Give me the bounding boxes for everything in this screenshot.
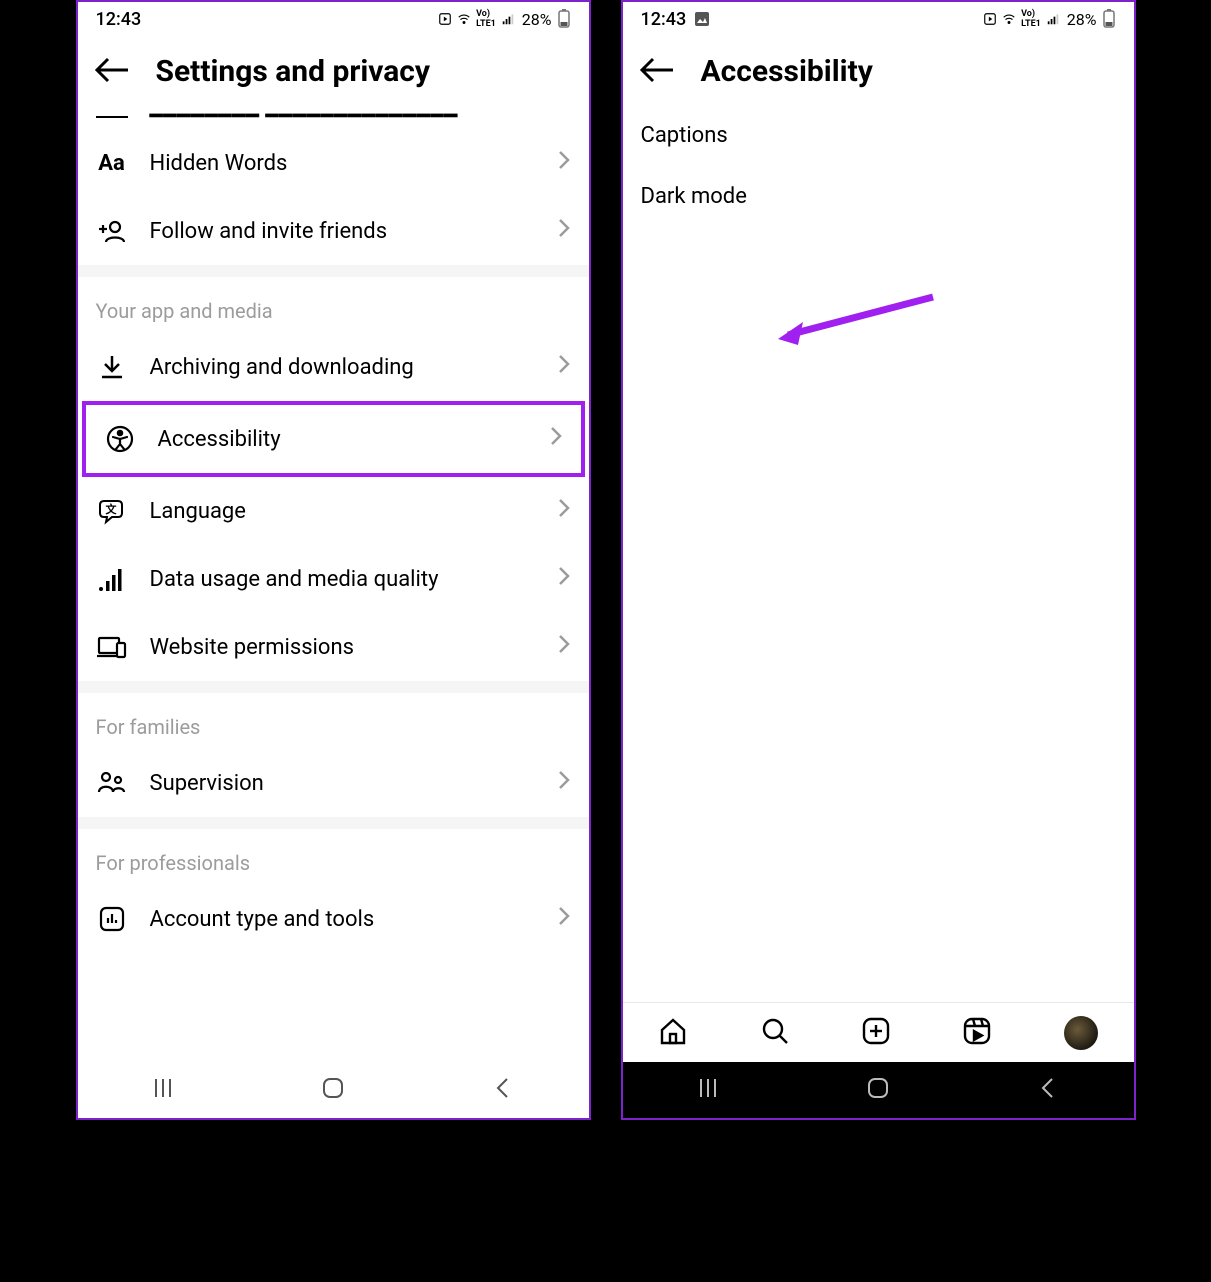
devices-icon bbox=[96, 634, 128, 660]
back-button[interactable] bbox=[637, 55, 677, 89]
list-item-account-tools[interactable]: Account type and tools bbox=[78, 885, 589, 953]
back-nav-button[interactable] bbox=[1035, 1075, 1061, 1105]
people-icon bbox=[96, 770, 128, 796]
list-label: Hidden Words bbox=[150, 151, 535, 176]
screenshot-notif-icon bbox=[694, 11, 710, 27]
list-label: Archiving and downloading bbox=[150, 355, 535, 380]
phone-right-accessibility: 12:43 Vo)LTE1 28% Accessibility Captions… bbox=[621, 0, 1136, 1120]
clipped-icon bbox=[96, 116, 128, 118]
list-item-archiving[interactable]: Archiving and downloading bbox=[78, 333, 589, 401]
back-button[interactable] bbox=[92, 55, 132, 89]
status-icons: Vo)LTE1 28% bbox=[983, 9, 1115, 29]
system-nav-bar bbox=[623, 1062, 1134, 1118]
list-item-accessibility[interactable]: Accessibility bbox=[86, 405, 581, 473]
nav-create[interactable] bbox=[861, 1016, 891, 1050]
section-header-professionals: For professionals bbox=[78, 829, 589, 885]
recents-button[interactable] bbox=[695, 1075, 721, 1105]
wifi-icon bbox=[457, 12, 471, 26]
home-button[interactable] bbox=[865, 1075, 891, 1105]
list-item-hidden-words[interactable]: Aa Hidden Words bbox=[78, 129, 589, 197]
chart-box-icon bbox=[96, 905, 128, 933]
nav-profile[interactable] bbox=[1064, 1016, 1098, 1050]
phone-left-settings: 12:43 Vo)LTE1 28% Settings and privacy ━… bbox=[76, 0, 591, 1120]
svg-text:文: 文 bbox=[105, 502, 117, 516]
home-button[interactable] bbox=[320, 1075, 346, 1105]
text-aa-icon: Aa bbox=[96, 151, 128, 176]
nav-reels[interactable] bbox=[962, 1016, 992, 1050]
back-nav-button[interactable] bbox=[490, 1075, 516, 1105]
battery-icon bbox=[1102, 9, 1116, 29]
list-item-clipped[interactable]: ━━━━━━━━ ━━━━━━━━━━━━━━ bbox=[78, 105, 589, 129]
chevron-right-icon bbox=[557, 496, 571, 526]
section-header-app: Your app and media bbox=[78, 277, 589, 333]
list-label: Accessibility bbox=[158, 427, 527, 452]
screen-recorder-icon bbox=[983, 12, 997, 26]
nav-search[interactable] bbox=[760, 1016, 790, 1050]
battery-percentage: 28% bbox=[522, 10, 552, 29]
page-header: Settings and privacy bbox=[78, 36, 589, 105]
list-label: Data usage and media quality bbox=[150, 567, 535, 592]
page-header: Accessibility bbox=[623, 36, 1134, 105]
system-nav-bar bbox=[78, 1062, 589, 1118]
highlight-annotation: Accessibility bbox=[82, 401, 585, 477]
person-plus-icon bbox=[96, 217, 128, 245]
page-title: Accessibility bbox=[701, 54, 873, 89]
list-label: Account type and tools bbox=[150, 907, 535, 932]
list-label: Language bbox=[150, 499, 535, 524]
volte-icon: Vo)LTE1 bbox=[1021, 9, 1041, 29]
list-label: Follow and invite friends bbox=[150, 219, 535, 244]
status-bar: 12:43 Vo)LTE1 28% bbox=[623, 2, 1134, 36]
list-item-website-permissions[interactable]: Website permissions bbox=[78, 613, 589, 681]
recents-button[interactable] bbox=[150, 1075, 176, 1105]
signal-icon bbox=[501, 12, 515, 26]
list-label: Website permissions bbox=[150, 635, 535, 660]
chevron-right-icon bbox=[557, 148, 571, 178]
battery-icon bbox=[557, 9, 571, 29]
bottom-tab-bar bbox=[623, 1002, 1134, 1062]
status-bar: 12:43 Vo)LTE1 28% bbox=[78, 2, 589, 36]
status-icons: Vo)LTE1 28% bbox=[438, 9, 570, 29]
chevron-right-icon bbox=[557, 352, 571, 382]
battery-percentage: 28% bbox=[1067, 10, 1097, 29]
list-label: Captions bbox=[641, 123, 728, 148]
section-header-families: For families bbox=[78, 693, 589, 749]
list-label: Supervision bbox=[150, 771, 535, 796]
wifi-icon bbox=[1002, 12, 1016, 26]
arrow-annotation bbox=[773, 287, 943, 347]
list-item-data-usage[interactable]: Data usage and media quality bbox=[78, 545, 589, 613]
signal-bars-icon bbox=[96, 565, 128, 593]
chevron-right-icon bbox=[557, 632, 571, 662]
accessibility-icon bbox=[104, 425, 136, 453]
list-item-language[interactable]: 文 Language bbox=[78, 477, 589, 545]
screen-recorder-icon bbox=[438, 12, 452, 26]
status-time: 12:43 bbox=[641, 9, 687, 30]
nav-home[interactable] bbox=[658, 1016, 688, 1050]
download-icon bbox=[96, 354, 128, 380]
chevron-right-icon bbox=[557, 216, 571, 246]
language-icon: 文 bbox=[96, 497, 128, 525]
avatar-icon bbox=[1064, 1016, 1098, 1050]
page-title: Settings and privacy bbox=[156, 54, 431, 89]
list-item-dark-mode[interactable]: Dark mode bbox=[623, 166, 1134, 227]
chevron-right-icon bbox=[557, 564, 571, 594]
list-item-follow-invite[interactable]: Follow and invite friends bbox=[78, 197, 589, 265]
chevron-right-icon bbox=[557, 904, 571, 934]
volte-icon: Vo)LTE1 bbox=[476, 9, 496, 29]
list-item-captions[interactable]: Captions bbox=[623, 105, 1134, 166]
signal-icon bbox=[1046, 12, 1060, 26]
chevron-right-icon bbox=[557, 768, 571, 798]
chevron-right-icon bbox=[549, 424, 563, 454]
status-time: 12:43 bbox=[96, 9, 142, 30]
list-label: Dark mode bbox=[641, 184, 747, 209]
list-item-supervision[interactable]: Supervision bbox=[78, 749, 589, 817]
